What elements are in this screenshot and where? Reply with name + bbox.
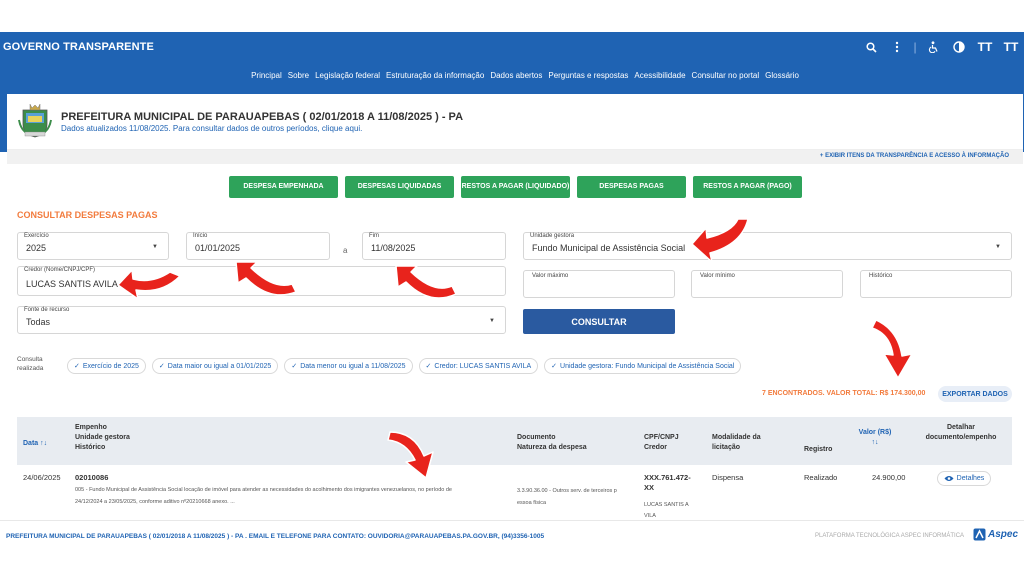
annotation-arrows — [117, 218, 913, 479]
page: GOVERNO TRANSPARENTE | TT TT Principal S… — [0, 0, 1024, 577]
arrow-unidade — [691, 218, 749, 263]
arrow-historico — [387, 431, 434, 479]
arrow-result — [871, 319, 913, 379]
arrow-fim — [395, 265, 457, 299]
arrow-credor — [117, 269, 181, 300]
arrow-inicio — [235, 261, 297, 296]
